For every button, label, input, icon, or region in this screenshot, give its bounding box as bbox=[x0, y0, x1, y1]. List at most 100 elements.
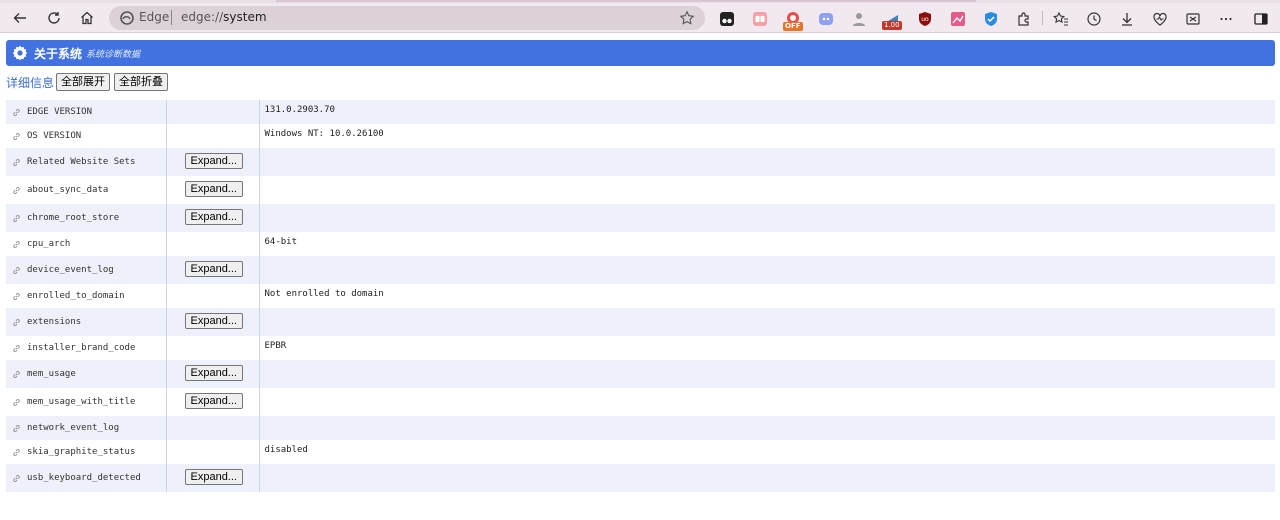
expand-button[interactable]: Expand... bbox=[184, 365, 243, 381]
sidebar-toggle-icon[interactable] bbox=[1253, 11, 1269, 27]
table-row: chrome_root_store Expand... bbox=[6, 204, 1275, 232]
table-row: OS VERSION Windows NT: 10.0.26100 bbox=[6, 124, 1275, 148]
favorites-icon[interactable] bbox=[1053, 11, 1069, 27]
url-scheme: edge:// bbox=[181, 10, 224, 24]
row-value-cell bbox=[259, 388, 1275, 416]
home-button[interactable] bbox=[75, 6, 99, 30]
table-row: extensions Expand... bbox=[6, 308, 1275, 336]
row-name-cell: mem_usage_with_title bbox=[6, 388, 167, 416]
row-name[interactable]: EDGE VERSION bbox=[27, 107, 92, 117]
row-value-cell: Not enrolled to domain bbox=[259, 284, 1275, 308]
extension-shield-icon[interactable] bbox=[983, 11, 999, 27]
favorite-star-icon[interactable] bbox=[679, 10, 695, 26]
health-heart-icon[interactable] bbox=[1152, 11, 1168, 27]
row-name[interactable]: cpu_arch bbox=[27, 239, 70, 249]
row-button-cell: Expand... bbox=[166, 360, 260, 388]
row-value bbox=[260, 388, 1276, 393]
link-icon bbox=[13, 132, 20, 140]
row-name[interactable]: device_event_log bbox=[27, 265, 114, 275]
row-value: Not enrolled to domain bbox=[264, 289, 384, 299]
refresh-button[interactable] bbox=[42, 6, 66, 30]
system-info-table: EDGE VERSION 131.0.2903.70 OS VERSION Windo… bbox=[6, 100, 1275, 492]
collapse-all-button[interactable]: 全部折叠 bbox=[114, 73, 168, 91]
link-icon bbox=[13, 448, 20, 456]
back-arrow-icon bbox=[13, 13, 26, 23]
back-button[interactable] bbox=[8, 6, 32, 30]
row-name-cell: device_event_log bbox=[6, 256, 167, 284]
edge-logo-icon bbox=[120, 11, 134, 25]
row-value: Windows NT: 10.0.26100 bbox=[264, 129, 384, 139]
row-name[interactable]: chrome_root_store bbox=[27, 213, 119, 223]
link-icon bbox=[13, 214, 20, 222]
row-name[interactable]: network_event_log bbox=[27, 423, 119, 433]
expand-all-button[interactable]: 全部展开 bbox=[56, 73, 110, 91]
link-icon bbox=[13, 292, 20, 300]
svg-text:uo: uo bbox=[921, 16, 929, 23]
expand-button[interactable]: Expand... bbox=[184, 209, 243, 225]
extension-discord-icon[interactable] bbox=[818, 11, 834, 27]
page-subtitle: 系统诊断数据 bbox=[86, 50, 141, 60]
row-name[interactable]: OS VERSION bbox=[27, 131, 81, 141]
row-name[interactable]: about_sync_data bbox=[27, 185, 108, 195]
link-icon bbox=[13, 266, 20, 274]
row-name-cell: usb_keyboard_detected bbox=[6, 464, 167, 492]
row-name-cell: EDGE VERSION bbox=[6, 100, 167, 124]
more-menu-icon[interactable] bbox=[1218, 11, 1234, 27]
link-icon bbox=[13, 370, 20, 378]
row-name-cell: skia_graphite_status bbox=[6, 440, 167, 464]
row-value-cell: EPBR bbox=[259, 336, 1275, 360]
extensions-puzzle-icon[interactable] bbox=[1016, 11, 1032, 27]
history-icon[interactable] bbox=[1086, 11, 1102, 27]
row-button-cell bbox=[166, 416, 260, 440]
row-name-cell: enrolled_to_domain bbox=[6, 284, 167, 308]
downloads-icon[interactable] bbox=[1119, 11, 1135, 27]
row-name[interactable]: mem_usage bbox=[27, 369, 76, 379]
row-button-cell: Expand... bbox=[166, 464, 260, 492]
row-value: disabled bbox=[264, 445, 308, 455]
row-name[interactable]: mem_usage_with_title bbox=[27, 397, 135, 407]
link-icon bbox=[13, 240, 20, 248]
link-icon bbox=[13, 344, 20, 352]
row-name[interactable]: enrolled_to_domain bbox=[27, 291, 125, 301]
row-button-cell: Expand... bbox=[166, 204, 260, 232]
expand-button[interactable]: Expand... bbox=[184, 313, 243, 329]
extension-tampermonkey-icon[interactable] bbox=[719, 11, 735, 27]
address-bar[interactable]: Edge edge://system bbox=[109, 6, 705, 30]
row-value-cell bbox=[259, 148, 1275, 176]
expand-button[interactable]: Expand... bbox=[184, 393, 243, 409]
table-row: device_event_log Expand... bbox=[6, 256, 1275, 284]
table-row: mem_usage_with_title Expand... bbox=[6, 388, 1275, 416]
table-row: EDGE VERSION 131.0.2903.70 bbox=[6, 100, 1275, 124]
row-value-cell bbox=[259, 308, 1275, 336]
row-name[interactable]: usb_keyboard_detected bbox=[27, 473, 141, 483]
row-value: 64-bit bbox=[264, 237, 298, 247]
refresh-icon bbox=[48, 12, 60, 24]
expand-button[interactable]: Expand... bbox=[184, 469, 243, 485]
row-value-cell bbox=[259, 464, 1275, 492]
extension-off-badge: OFF bbox=[783, 22, 803, 31]
expand-button[interactable]: Expand... bbox=[184, 181, 243, 197]
screenshot-icon[interactable] bbox=[1185, 11, 1201, 27]
row-button-cell bbox=[166, 284, 260, 308]
row-name[interactable]: Related Website Sets bbox=[27, 157, 135, 167]
link-icon bbox=[13, 424, 20, 432]
row-value-cell bbox=[259, 204, 1275, 232]
row-value-cell: Windows NT: 10.0.26100 bbox=[259, 124, 1275, 148]
address-url[interactable]: edge://system bbox=[181, 10, 267, 24]
row-value-cell bbox=[259, 416, 1275, 440]
row-button-cell: Expand... bbox=[166, 256, 260, 284]
row-name[interactable]: installer_brand_code bbox=[27, 343, 135, 353]
row-name-cell: Related Website Sets bbox=[6, 148, 167, 176]
row-value bbox=[260, 360, 1276, 365]
active-tab-edge[interactable] bbox=[276, 0, 976, 2]
row-value-cell: disabled bbox=[259, 440, 1275, 464]
extension-chart-icon[interactable] bbox=[950, 11, 966, 27]
extension-user-icon[interactable] bbox=[851, 11, 867, 27]
extension-layout-icon[interactable] bbox=[752, 11, 768, 27]
row-name[interactable]: extensions bbox=[27, 317, 81, 327]
extension-ublock-icon[interactable]: uo bbox=[917, 11, 933, 27]
row-name[interactable]: skia_graphite_status bbox=[27, 447, 135, 457]
row-button-cell bbox=[166, 232, 260, 256]
expand-button[interactable]: Expand... bbox=[184, 153, 243, 169]
expand-button[interactable]: Expand... bbox=[184, 261, 243, 277]
